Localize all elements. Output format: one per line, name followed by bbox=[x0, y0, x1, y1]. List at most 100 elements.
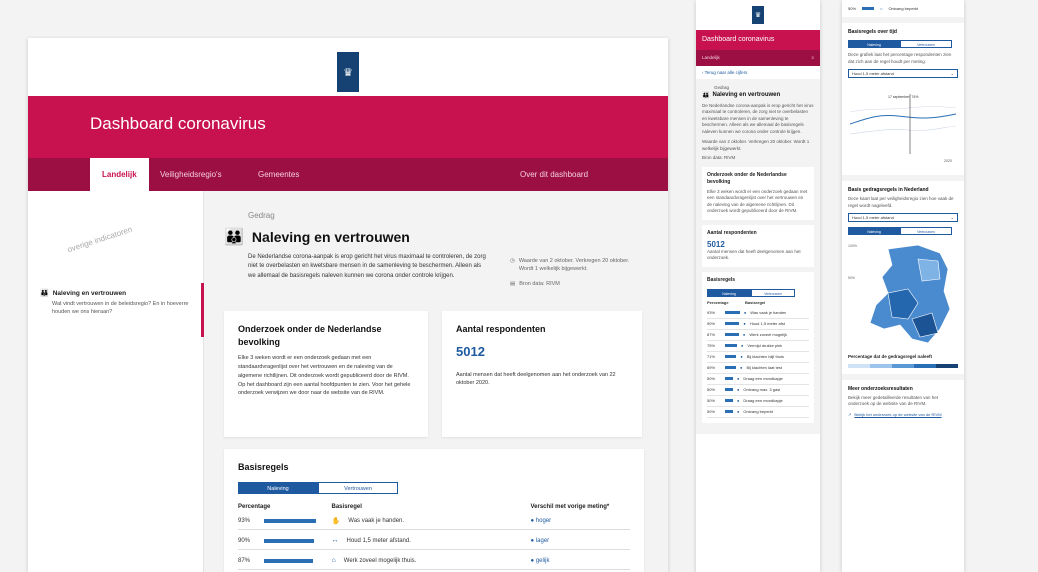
map-section: Basis gedragsregels in Nederland Deze ka… bbox=[842, 181, 964, 374]
page-hero: Dashboard coronavirus bbox=[28, 96, 668, 158]
mobile-meta: Waarde van 2 oktober. Verkregen 20 oktob… bbox=[702, 139, 810, 151]
mobile-rule-pct: 75% bbox=[707, 343, 716, 349]
rule-label: Houd 1,5 meter afstand. bbox=[346, 537, 411, 544]
sidebar-overige-label: overige indicatoren bbox=[66, 224, 134, 255]
rijksoverheid-logo: ♛ bbox=[337, 52, 359, 92]
mobile-rule-label: Werk zoveel mogelijk bbox=[749, 332, 788, 338]
respondents-text: Aantal mensen dat heeft deelgenomen aan … bbox=[456, 371, 616, 387]
hamburger-menu-icon[interactable]: ≡ bbox=[811, 50, 814, 66]
map-legend-title: Percentage dat de gedragsregel naleeft bbox=[848, 354, 933, 360]
home-work-icon: ● bbox=[742, 332, 746, 338]
sidebar-item-naleving[interactable]: 👪 Naleving en vertrouwen Wat vindt vertro… bbox=[28, 283, 204, 337]
mobile-rule-pct: 71% bbox=[707, 354, 716, 360]
top-row-bar bbox=[862, 7, 875, 10]
mobile-rule-pct: 90% bbox=[707, 321, 716, 327]
tab-gemeentes[interactable]: Gemeentes bbox=[258, 158, 299, 191]
mobile-rule-row: 87% ● Werk zoveel mogelijk bbox=[707, 330, 809, 341]
mobile-source: Bron data: RIVM bbox=[702, 155, 736, 161]
mobile-col-percentage: Percentage bbox=[707, 299, 729, 305]
mobile-rule-pct: 50% bbox=[707, 376, 716, 382]
back-link[interactable]: ‹ Terug naar alle cijfers bbox=[696, 66, 820, 79]
mobile-rules-title: Basisregels bbox=[707, 276, 736, 283]
rijksoverheid-logo: ♛ bbox=[752, 6, 764, 24]
map-legend bbox=[848, 363, 958, 368]
mobile-rule-bar bbox=[725, 366, 737, 370]
mobile-rule-row: 50% ● Ontvang beperkt bbox=[707, 407, 809, 418]
mobile-rule-bar bbox=[725, 399, 733, 403]
mobile-tab-naleving[interactable]: Naleving bbox=[707, 288, 751, 297]
rule-select-1[interactable]: Houd 1,5 meter afstand ⌄ bbox=[848, 69, 958, 79]
rule-select-2[interactable]: Houd 1,5 meter afstand ⌄ bbox=[848, 213, 958, 223]
mobile-rule-label: Ontvang max. 3 gast bbox=[743, 387, 781, 393]
tab-vertrouwen[interactable]: Vertrouwen bbox=[318, 481, 398, 494]
people-icon: 👪 bbox=[702, 92, 710, 99]
tab-over-dashboard[interactable]: Over dit dashboard bbox=[520, 158, 588, 191]
rivm-link[interactable]: Bekijk het onderzoek op de website van d… bbox=[854, 412, 941, 417]
mobile-rule-row: 75% ● Vermijd drukke plek bbox=[707, 341, 809, 352]
map-label-1: 100% bbox=[848, 244, 857, 248]
rule-row: 90% ↔ Houd 1,5 meter afstand. ● lager bbox=[238, 536, 630, 550]
rule-row: 93% ✋ Was vaak je handen. ● hoger bbox=[238, 516, 630, 530]
rule-select-2-value: Houd 1,5 meter afstand bbox=[852, 215, 894, 221]
mobile-page-title: Naleving en vertrouwen bbox=[712, 92, 781, 99]
mobile-rule-row: 71% ● Bij klachten blijf thuis bbox=[707, 352, 809, 363]
rule-select-1-value: Houd 1,5 meter afstand bbox=[852, 71, 894, 77]
sidebar: overige indicatoren 👪 Naleving en vertrou… bbox=[28, 191, 204, 572]
main-nav: Landelijk Veiligheidsregio's Gemeentes O… bbox=[28, 158, 668, 191]
mobile-respondents-title: Aantal respondenten bbox=[707, 229, 757, 236]
chart-line-ref-2 bbox=[849, 125, 957, 135]
mobile-rule-bar bbox=[725, 388, 733, 392]
tab-landelijk[interactable]: Landelijk bbox=[90, 158, 149, 191]
meta-source: Bron data: RIVM bbox=[519, 280, 560, 287]
legend-swatch bbox=[936, 363, 958, 368]
people-icon: 👪 bbox=[224, 229, 244, 246]
mobile-intro: De Nederlandse corona-aanpak is erop ger… bbox=[702, 102, 814, 134]
guests-icon: ● bbox=[737, 387, 740, 393]
rule-bar bbox=[263, 538, 315, 543]
tab-veiligheidsregios[interactable]: Veiligheidsregio's bbox=[160, 158, 222, 191]
distance-icon: ● bbox=[743, 321, 746, 327]
more-text: Bekijk meer gedetailleerde resultaten va… bbox=[848, 394, 939, 407]
rule-pct: 87% bbox=[238, 557, 251, 564]
page-title: Naleving en vertrouwen bbox=[251, 229, 410, 245]
app-title: Dashboard coronavirus bbox=[90, 114, 266, 133]
chart-tab-vertrouwen[interactable]: Vertrouwen bbox=[900, 40, 952, 48]
mobile-rule-pct: 93% bbox=[707, 310, 716, 316]
rule-bar bbox=[263, 518, 316, 523]
mobile-app-title: Dashboard coronavirus bbox=[696, 30, 820, 50]
rule-pct: 93% bbox=[238, 517, 251, 524]
mobile-rule-row: 93% ● Was vaak je handen bbox=[707, 308, 809, 319]
mobile-subnav-label[interactable]: Landelijk bbox=[702, 50, 720, 66]
mobile-respondents-value: 5012 bbox=[707, 239, 725, 249]
mobile-rule-bar bbox=[725, 322, 740, 326]
mobile-survey-title: Onderzoek onder de Nederlandse bevolking bbox=[707, 171, 787, 185]
survey-card-title: Onderzoek onder de Nederlandse bevolking bbox=[238, 324, 382, 347]
mobile-rule-label: Draag een mondkapje bbox=[743, 398, 783, 404]
map-tab-naleving[interactable]: Naleving bbox=[848, 227, 900, 236]
map-label-2: 50% bbox=[848, 276, 855, 280]
mobile-rule-pct: 50% bbox=[707, 387, 716, 393]
cough-icon: ● bbox=[741, 343, 744, 349]
mobile-tab-vertrouwen[interactable]: Vertrouwen bbox=[751, 288, 795, 297]
database-icon: ▤ bbox=[510, 280, 516, 287]
chart-tab-naleving[interactable]: Naleving bbox=[848, 40, 900, 48]
mobile-rule-row: 69% ● Bij klachten laat test bbox=[707, 363, 809, 374]
tab-naleving[interactable]: Naleving bbox=[238, 481, 318, 494]
group-icon: ● bbox=[737, 398, 740, 404]
mobile-rule-bar bbox=[725, 410, 733, 414]
map-tab-vertrouwen[interactable]: Vertrouwen bbox=[900, 227, 952, 236]
mobile-rule-label: Houd 1,5 meter afst bbox=[749, 321, 785, 327]
chart-x-label: 2020 bbox=[944, 159, 952, 163]
mobile-rule-label: Bij klachten laat test bbox=[746, 365, 783, 371]
chart-line-main bbox=[849, 113, 957, 125]
rule-bar-wrap bbox=[263, 518, 332, 523]
mobile-rule-pct: 69% bbox=[707, 365, 716, 371]
mobile-rule-label: Vermijd drukke plek bbox=[747, 343, 783, 349]
respondents-value: 5012 bbox=[456, 343, 485, 359]
top-row-rule: Ontvang beperkt bbox=[888, 6, 919, 11]
mobile-respondents-text: Aantal mensen dat heeft deelgenomen aan … bbox=[707, 248, 801, 261]
mobile-survey-card: Onderzoek onder de Nederlandse bevolking… bbox=[702, 166, 814, 220]
rule-label: Was vaak je handen. bbox=[348, 517, 405, 524]
map-region bbox=[917, 258, 941, 282]
mobile-respondents-card: Aantal respondenten 5012 Aantal mensen d… bbox=[702, 224, 814, 267]
